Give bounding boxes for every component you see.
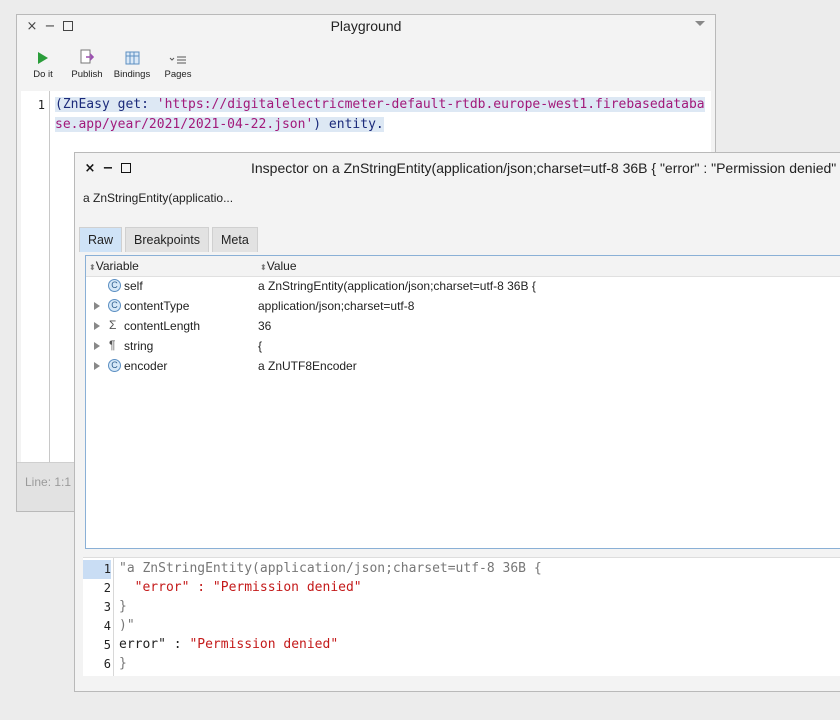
source-text: )" — [119, 618, 135, 633]
play-icon — [38, 52, 48, 64]
source-line: 6 } — [83, 655, 840, 674]
code-line-2: se.app/year/2021/2021-04-22.json') entit… — [55, 117, 384, 132]
variable-name: string — [124, 339, 154, 353]
line-gutter: 1 — [21, 91, 50, 463]
variable-name: contentLength — [124, 319, 201, 333]
table-header: ⬍Variable ⬍Value — [86, 256, 840, 277]
column-header-value[interactable]: ⬍Value — [260, 259, 297, 273]
line-number: 5 — [103, 638, 111, 652]
window-title: Playground — [330, 18, 402, 34]
expand-icon[interactable] — [94, 302, 100, 310]
source-text: "a ZnStringEntity(application/json;chars… — [119, 561, 542, 576]
tab-breakpoints[interactable]: Breakpoints — [125, 227, 210, 252]
pages-label: Pages — [164, 69, 192, 80]
publish-label: Publish — [71, 69, 103, 80]
pages-button[interactable]: Pages — [156, 47, 200, 80]
class-icon: C — [108, 279, 121, 292]
bindings-button[interactable]: Bindings — [110, 47, 154, 80]
table-row[interactable]: Σ contentLength 36 — [86, 317, 840, 337]
do-it-label: Do it — [33, 69, 53, 80]
class-icon: C — [108, 299, 121, 312]
variable-name: contentType — [124, 299, 190, 313]
expand-icon[interactable] — [94, 322, 100, 330]
source-line: 3 } — [83, 598, 840, 617]
code-line-1: (ZnEasy get: 'https://digitalelectricmet… — [55, 97, 705, 112]
bindings-icon — [125, 51, 139, 65]
column-header-variable[interactable]: ⬍Variable — [89, 259, 139, 273]
source-line: 5 error" : "Permission denied" — [83, 636, 840, 655]
source-line: 1 "a ZnStringEntity(application/json;cha… — [83, 560, 840, 579]
code-message: ) entity. — [313, 117, 384, 132]
tab-raw[interactable]: Raw — [79, 227, 123, 252]
variable-name: encoder — [124, 359, 168, 373]
pages-icon — [169, 56, 186, 64]
playground-titlebar: × − Playground — [17, 15, 715, 37]
source-text: error" : "Permission denied" — [119, 637, 339, 652]
source-text: } — [119, 656, 127, 671]
source-pane[interactable]: 1 "a ZnStringEntity(application/json;cha… — [83, 557, 840, 676]
publish-button[interactable]: Publish — [65, 47, 109, 80]
bindings-label: Bindings — [113, 69, 151, 80]
variable-value: 36 — [258, 319, 272, 333]
close-icon[interactable]: × — [83, 161, 97, 175]
variable-value: a ZnUTF8Encoder — [258, 359, 357, 373]
source-text: "error" : "Permission denied" — [119, 580, 362, 595]
table-row[interactable]: C encoder a ZnUTF8Encoder — [86, 357, 840, 377]
line-number: 3 — [103, 600, 111, 614]
window-title: Inspector on a ZnStringEntity(applicatio… — [251, 160, 840, 176]
source-text: } — [119, 599, 127, 614]
do-it-button[interactable]: Do it — [21, 47, 65, 80]
code-url-string-cont: se.app/year/2021/2021-04-22.json' — [55, 117, 314, 132]
variables-table[interactable]: ⬍Variable ⬍Value C self a ZnStringEntity… — [85, 255, 840, 549]
pilcrow-icon: ¶ — [109, 338, 116, 352]
inspector-window: × − Inspector on a ZnStringEntity(applic… — [74, 152, 840, 692]
line-number: 1 — [37, 98, 45, 112]
class-icon: C — [108, 359, 121, 372]
cursor-position: Line: 1:1 — [25, 475, 72, 489]
line-number: 6 — [103, 657, 111, 671]
tab-meta[interactable]: Meta — [212, 227, 258, 252]
inspector-titlebar: × − Inspector on a ZnStringEntity(applic… — [75, 153, 840, 183]
code-url-string: 'https://digitalelectricmeter-default-rt… — [156, 97, 705, 112]
table-row[interactable]: C contentType application/json;charset=u… — [86, 297, 840, 317]
table-row[interactable]: C self a ZnStringEntity(application/json… — [86, 277, 840, 297]
source-line: 4 )" — [83, 617, 840, 636]
line-number: 2 — [103, 581, 111, 595]
source-line: 2 "error" : "Permission denied" — [83, 579, 840, 598]
maximize-icon[interactable] — [119, 161, 133, 175]
line-number: 4 — [103, 619, 111, 633]
window-menu-icon[interactable] — [695, 21, 705, 26]
publish-icon — [80, 49, 94, 64]
expand-icon[interactable] — [94, 362, 100, 370]
variable-value: a ZnStringEntity(application/json;charse… — [258, 279, 536, 293]
variable-value: { — [258, 339, 263, 353]
inspected-object-label: a ZnStringEntity(applicatio... — [83, 191, 234, 205]
variable-name: self — [124, 279, 143, 293]
minimize-icon[interactable]: − — [101, 161, 115, 175]
table-row[interactable]: ¶ string { — [86, 337, 840, 357]
code-receiver: (ZnEasy get: — [55, 97, 157, 112]
expand-icon[interactable] — [94, 342, 100, 350]
sigma-icon: Σ — [109, 318, 117, 332]
playground-toolbar: Do it Publish Bindings Pages — [17, 47, 715, 91]
line-number: 1 — [83, 560, 111, 579]
variable-value: application/json;charset=utf-8 — [258, 299, 415, 313]
